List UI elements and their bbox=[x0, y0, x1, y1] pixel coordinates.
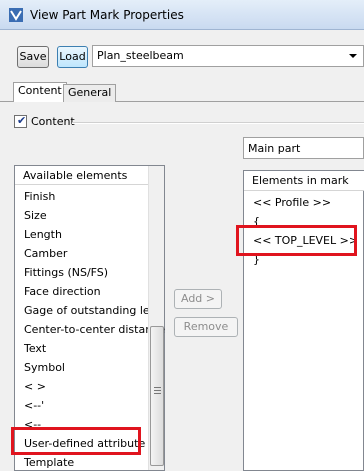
separator bbox=[72, 122, 364, 124]
window-title: View Part Mark Properties bbox=[30, 8, 184, 22]
elements-in-mark-header: Elements in mark bbox=[244, 171, 364, 191]
list-item[interactable]: <--' bbox=[15, 396, 149, 415]
add-button[interactable]: Add > bbox=[174, 289, 222, 309]
tab-strip: Content General bbox=[0, 82, 364, 103]
list-item[interactable]: Finish bbox=[15, 187, 149, 206]
load-button[interactable]: Load bbox=[57, 46, 88, 68]
preset-select[interactable]: Plan_steelbeam bbox=[92, 45, 364, 67]
part-type-value: Main part bbox=[248, 142, 301, 155]
list-item[interactable]: Template bbox=[15, 453, 149, 471]
mark-item[interactable]: << Profile >> bbox=[244, 193, 364, 212]
list-item[interactable]: Gage of outstanding leg bbox=[15, 301, 157, 320]
list-item[interactable]: Length bbox=[15, 225, 149, 244]
tab-content[interactable]: Content bbox=[13, 82, 67, 103]
list-item[interactable]: Center-to-center distance bbox=[15, 320, 165, 339]
available-elements-list[interactable]: Available elements Finish Size Length Ca… bbox=[14, 165, 165, 471]
preset-select-value: Plan_steelbeam bbox=[97, 49, 184, 62]
remove-button[interactable]: Remove bbox=[174, 317, 238, 337]
chevron-down-icon[interactable] bbox=[349, 54, 357, 58]
list-item[interactable]: < > bbox=[15, 377, 149, 396]
save-button[interactable]: Save bbox=[17, 46, 49, 68]
content-checkbox[interactable]: ✔ bbox=[14, 114, 27, 128]
tab-general[interactable]: General bbox=[63, 84, 117, 102]
content-checkbox-label: Content bbox=[31, 115, 75, 128]
list-item[interactable]: Text bbox=[15, 339, 149, 358]
available-elements-header: Available elements bbox=[15, 166, 149, 185]
list-item[interactable]: Fittings (NS/FS) bbox=[15, 263, 149, 282]
list-item[interactable]: Face direction bbox=[15, 282, 149, 301]
list-item[interactable]: Symbol bbox=[15, 358, 149, 377]
content-panel: ✔ Content Main part Available elements F… bbox=[0, 102, 364, 471]
title-bar: View Part Mark Properties bbox=[0, 0, 364, 30]
part-type-field[interactable]: Main part bbox=[243, 137, 364, 159]
elements-in-mark-list[interactable]: Elements in mark << Profile >> { << TOP_… bbox=[243, 170, 364, 471]
app-icon bbox=[9, 8, 23, 22]
grip-icon bbox=[154, 387, 161, 394]
scrollbar-thumb[interactable] bbox=[150, 326, 164, 466]
highlight-box-top-level bbox=[236, 225, 357, 256]
toolbar: Save Load Plan_steelbeam bbox=[0, 30, 364, 82]
vertical-scrollbar[interactable] bbox=[148, 166, 164, 470]
list-item[interactable]: Camber bbox=[15, 244, 149, 263]
list-item[interactable]: Size bbox=[15, 206, 149, 225]
check-icon: ✔ bbox=[17, 114, 27, 127]
highlight-box-user-defined-attribute bbox=[11, 427, 141, 455]
